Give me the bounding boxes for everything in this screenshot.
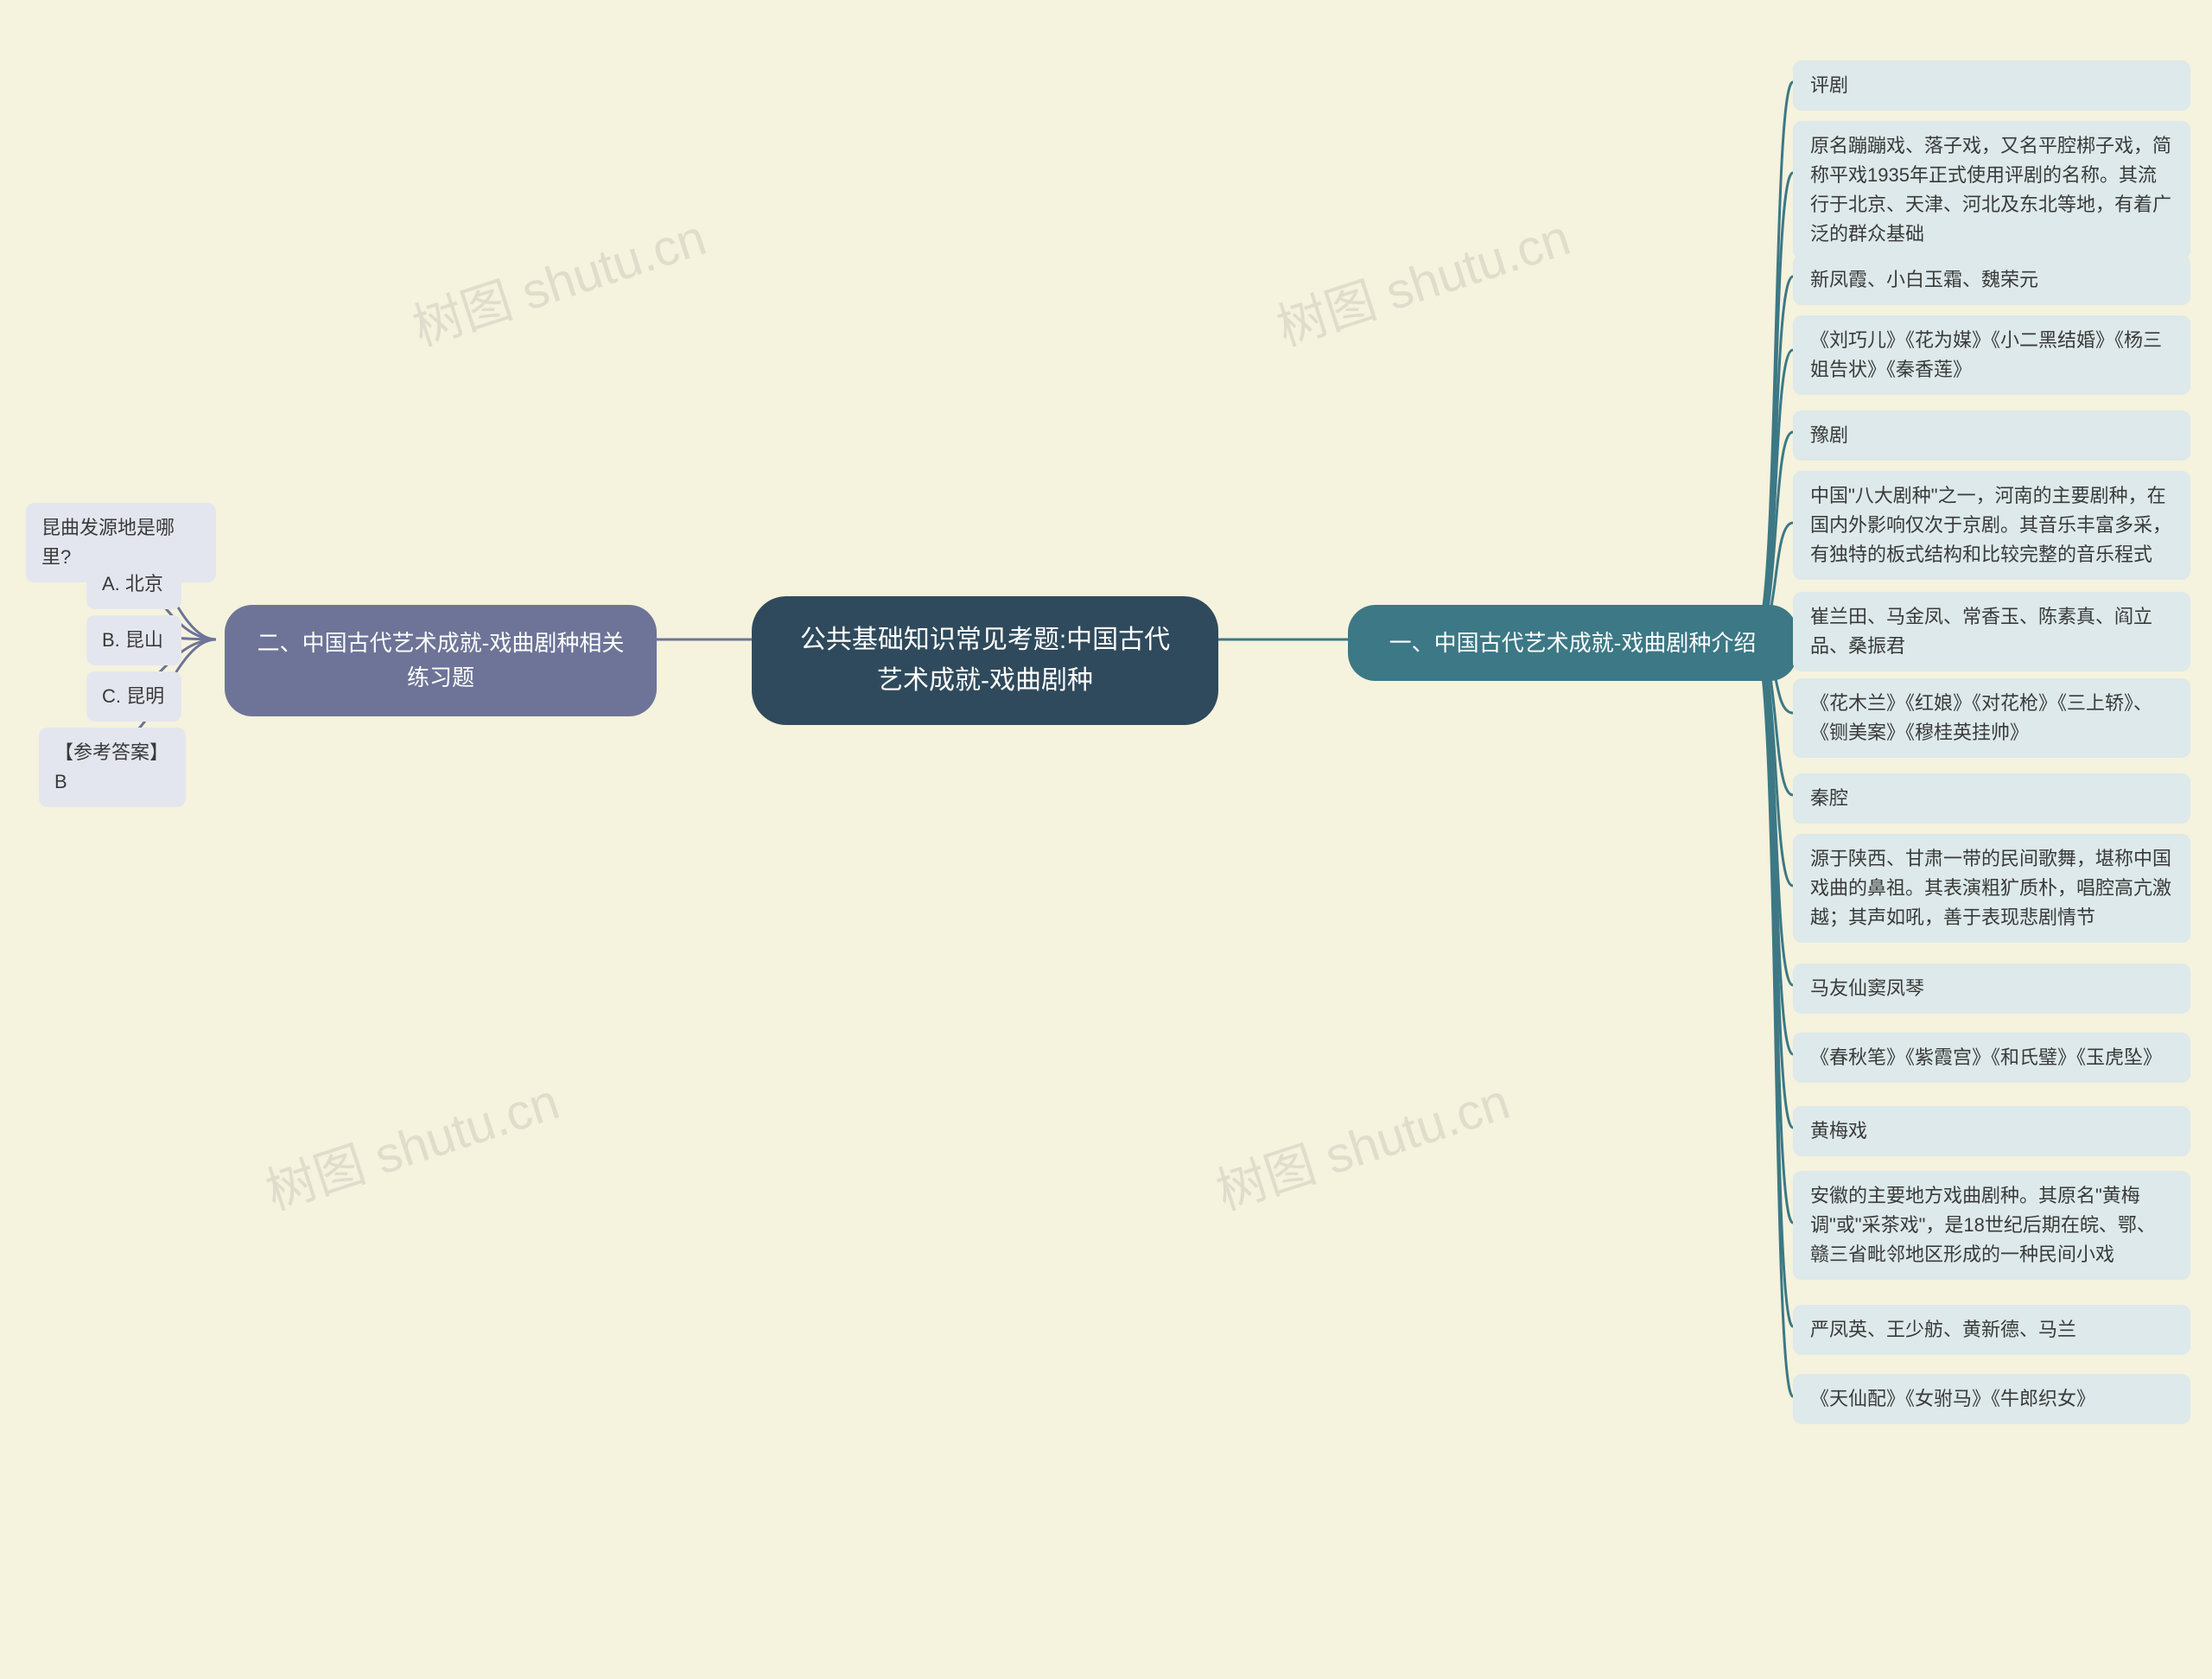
right-leaf-text: 黄梅戏 [1810, 1116, 1867, 1146]
right-leaf-text: 评剧 [1810, 71, 1848, 100]
left-leaf-text: B. 昆山 [102, 626, 163, 655]
right-leaf[interactable]: 源于陕西、甘肃一带的民间歌舞，堪称中国戏曲的鼻祖。其表演粗犷质朴，唱腔高亢激越；… [1793, 834, 2190, 943]
right-leaf-text: 崔兰田、马金凤、常香玉、陈素真、阎立品、桑振君 [1810, 602, 2173, 661]
right-leaf[interactable]: 《天仙配》《女驸马》《牛郎织女》 [1793, 1374, 2190, 1424]
right-leaf-text: 新凤霞、小白玉霜、魏荣元 [1810, 265, 2038, 295]
left-leaf-text: 【参考答案】B [54, 738, 170, 797]
right-leaf[interactable]: 崔兰田、马金凤、常香玉、陈素真、阎立品、桑振君 [1793, 592, 2190, 671]
right-leaf[interactable]: 黄梅戏 [1793, 1106, 2190, 1156]
right-leaf[interactable]: 《花木兰》《红娘》《对花枪》《三上轿》、《铡美案》《穆桂英挂帅》 [1793, 678, 2190, 758]
root-title: 公共基础知识常见考题:中国古代艺术成就-戏曲剧种 [790, 620, 1180, 701]
right-leaf[interactable]: 秦腔 [1793, 773, 2190, 824]
right-branch-node[interactable]: 一、中国古代艺术成就-戏曲剧种介绍 [1348, 605, 1797, 681]
left-leaf[interactable]: C. 昆明 [86, 671, 181, 722]
right-leaf[interactable]: 《春秋笔》《紫霞宫》《和氏璧》《玉虎坠》 [1793, 1033, 2190, 1083]
left-leaf-text: C. 昆明 [102, 682, 164, 711]
right-leaf-text: 安徽的主要地方戏曲剧种。其原名"黄梅调"或"采茶戏"，是18世纪后期在皖、鄂、赣… [1810, 1181, 2173, 1269]
right-leaf-text: 《天仙配》《女驸马》《牛郎织女》 [1810, 1384, 2095, 1414]
right-leaf[interactable]: 《刘巧儿》《花为媒》《小二黑结婚》《杨三姐告状》《秦香莲》 [1793, 315, 2190, 395]
root-node[interactable]: 公共基础知识常见考题:中国古代艺术成就-戏曲剧种 [752, 596, 1218, 725]
left-leaf[interactable]: A. 北京 [86, 559, 181, 609]
right-leaf-text: 《花木兰》《红娘》《对花枪》《三上轿》、《铡美案》《穆桂英挂帅》 [1810, 689, 2173, 747]
right-leaf-text: 源于陕西、甘肃一带的民间歌舞，堪称中国戏曲的鼻祖。其表演粗犷质朴，唱腔高亢激越；… [1810, 844, 2173, 932]
right-leaf-text: 秦腔 [1810, 784, 1848, 813]
left-leaf[interactable]: B. 昆山 [86, 615, 181, 665]
watermark: 树图 shutu.cn [1267, 197, 1578, 359]
right-leaf-text: 严凤英、王少舫、黄新德、马兰 [1810, 1315, 2076, 1345]
right-leaf[interactable]: 评剧 [1793, 60, 2190, 111]
right-leaf-text: 马友仙窦凤琴 [1810, 974, 1924, 1003]
right-leaf-text: 《春秋笔》《紫霞宫》《和氏璧》《玉虎坠》 [1810, 1043, 2162, 1072]
right-leaf-text: 中国"八大剧种"之一，河南的主要剧种，在国内外影响仅次于京剧。其音乐丰富多采，有… [1810, 481, 2173, 569]
right-branch-title: 一、中国古代艺术成就-戏曲剧种介绍 [1389, 626, 1757, 660]
right-leaf[interactable]: 严凤英、王少舫、黄新德、马兰 [1793, 1305, 2190, 1355]
right-leaf[interactable]: 马友仙窦凤琴 [1793, 964, 2190, 1014]
right-leaf[interactable]: 新凤霞、小白玉霜、魏荣元 [1793, 255, 2190, 305]
right-leaf[interactable]: 原名蹦蹦戏、落子戏，又名平腔梆子戏，简称平戏1935年正式使用评剧的名称。其流行… [1793, 121, 2190, 259]
left-leaf-text: A. 北京 [102, 569, 163, 599]
left-leaf[interactable]: 【参考答案】B [39, 728, 186, 807]
left-branch-node[interactable]: 二、中国古代艺术成就-戏曲剧种相关练习题 [225, 605, 657, 716]
right-leaf-text: 原名蹦蹦戏、落子戏，又名平腔梆子戏，简称平戏1935年正式使用评剧的名称。其流行… [1810, 131, 2173, 249]
right-leaf[interactable]: 豫剧 [1793, 410, 2190, 461]
right-leaf[interactable]: 安徽的主要地方戏曲剧种。其原名"黄梅调"或"采茶戏"，是18世纪后期在皖、鄂、赣… [1793, 1171, 2190, 1280]
left-branch-title: 二、中国古代艺术成就-戏曲剧种相关练习题 [256, 626, 626, 696]
watermark: 树图 shutu.cn [1206, 1061, 1517, 1224]
watermark: 树图 shutu.cn [403, 197, 714, 359]
right-leaf-text: 豫剧 [1810, 421, 1848, 450]
watermark: 树图 shutu.cn [256, 1061, 567, 1224]
right-leaf-text: 《刘巧儿》《花为媒》《小二黑结婚》《杨三姐告状》《秦香莲》 [1810, 326, 2173, 385]
right-leaf[interactable]: 中国"八大剧种"之一，河南的主要剧种，在国内外影响仅次于京剧。其音乐丰富多采，有… [1793, 471, 2190, 580]
